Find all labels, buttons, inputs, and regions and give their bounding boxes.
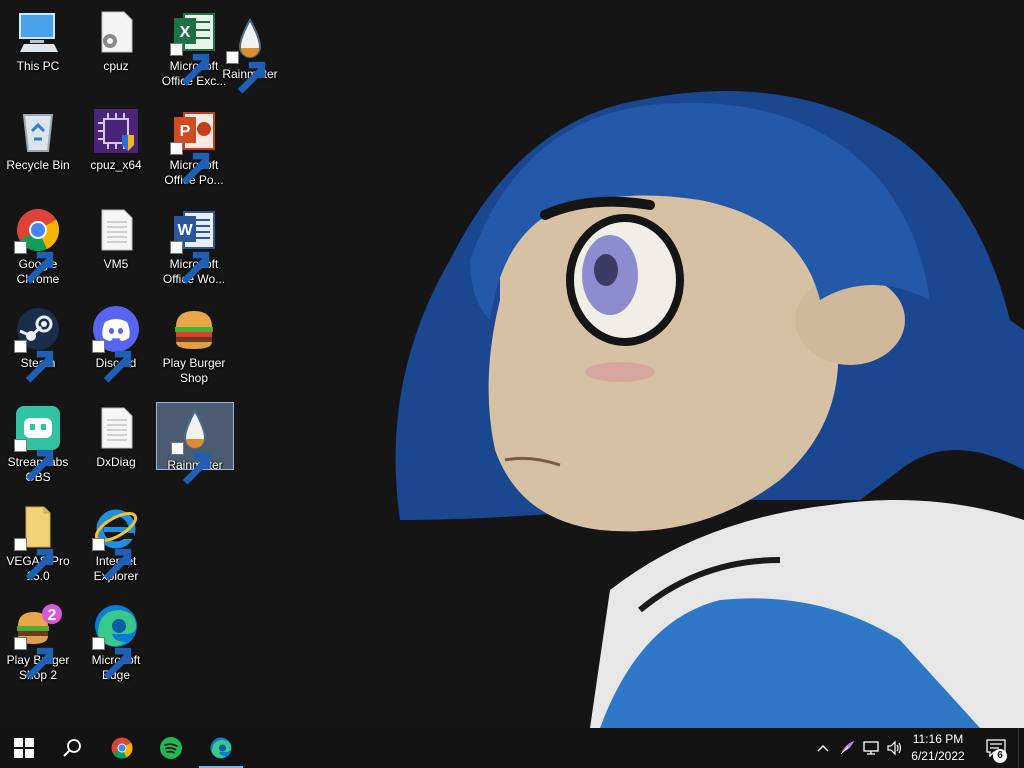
rainmeter-icon [226,16,274,94]
shortcut-arrow-icon [171,442,211,485]
recycle-bin-icon [14,107,62,155]
desktop-icon-microsoft-edge[interactable]: Microsoft Edge [78,598,154,693]
shortcut-arrow-icon [14,340,54,383]
burger-shop-2-icon: 2 [14,602,62,680]
shortcut-arrow-icon [14,439,54,482]
shortcut-arrow-icon [226,51,266,94]
desktop-icon-play-burger-shop-2[interactable]: 2 Play Burger Shop 2 [0,598,76,693]
desktop-icon-label: Recycle Bin [6,158,70,172]
internet-explorer-icon [92,503,140,581]
clock-time: 11:16 PM [912,732,964,746]
shortcut-arrow-icon [92,538,132,581]
desktop-icon-label: DxDiag [96,455,136,469]
show-hidden-icons-button[interactable] [811,736,835,760]
rainmeter-icon [171,407,219,485]
shortcut-arrow-icon [170,241,210,284]
tray-app-button[interactable] [835,736,859,760]
steam-icon [14,305,62,383]
desktop-icon-streamlabs-obs[interactable]: Streamlabs OBS [0,400,76,495]
chrome-icon [14,206,62,284]
desktop-icon-vm5[interactable]: VM5 [78,202,154,297]
desktop-icon-powerpoint[interactable]: P Microsoft Office Po... [156,103,232,198]
windows-start-icon [14,738,34,758]
clock-date: 6/21/2022 [911,749,965,763]
clock-button[interactable]: 11:16 PM 6/21/2022 [904,731,972,765]
search-icon [63,739,81,757]
folder-icon [14,503,62,581]
powerpoint-icon: P [170,107,218,185]
spotify-icon [160,737,182,759]
taskbar-spotify-button[interactable] [147,728,195,768]
this-pc-icon [14,8,62,56]
shortcut-arrow-icon [14,637,54,680]
desktop-icon-label: cpuz [103,59,129,73]
desktop-icon-play-burger-shop[interactable]: Play Burger Shop [156,301,232,396]
desktop-icon-rainmeter-floating[interactable]: Rainmeter [212,12,288,107]
desktop-icon-this-pc[interactable]: This PC [0,4,76,99]
show-desktop-button[interactable] [1018,728,1024,768]
desktop-icon-label: VM5 [103,257,129,271]
text-file-icon [92,404,140,452]
feather-icon [840,741,854,755]
cpuz-icon [92,107,140,155]
settings-file-icon [92,8,140,56]
desktop-icon-cpuz[interactable]: cpuz [78,4,154,99]
shortcut-arrow-icon [92,637,132,680]
discord-icon [92,305,140,383]
shortcut-arrow-icon [170,142,210,185]
search-button[interactable] [48,728,96,768]
desktop-icon-recycle-bin[interactable]: Recycle Bin [0,103,76,198]
text-file-icon [92,206,140,254]
desktop-icon-label: cpuz_x64 [90,158,142,172]
desktop-icon-word[interactable]: W Microsoft Office Wo... [156,202,232,297]
edge-icon [92,602,140,680]
shortcut-arrow-icon [92,340,132,383]
desktop-icon-label: Play Burger Shop [162,356,226,385]
taskbar-chrome-button[interactable] [98,728,146,768]
desktop-icon-steam[interactable]: Steam [0,301,76,396]
svg-text:X: X [180,24,191,41]
taskbar-edge-button[interactable] [197,728,245,768]
shortcut-arrow-icon [14,241,54,284]
network-icon [863,741,879,755]
notification-count-badge: 6 [993,749,1007,763]
desktop-icon-rainmeter-selected[interactable]: Rainmeter [156,402,234,485]
desktop-icon-dxdiag[interactable]: DxDiag [78,400,154,495]
desktop-icon-cpuz-x64[interactable]: cpuz_x64 [78,103,154,198]
svg-text:W: W [177,222,193,239]
network-button[interactable] [859,736,883,760]
svg-text:2: 2 [48,607,57,624]
burger-icon [170,305,218,353]
shortcut-arrow-icon [14,538,54,581]
desktop-icon-discord[interactable]: Discord [78,301,154,396]
word-icon: W [170,206,218,284]
chevron-up-icon [817,745,829,752]
chrome-icon [111,737,133,759]
excel-icon: X [170,8,218,86]
desktop-icon-google-chrome[interactable]: Google Chrome [0,202,76,297]
taskbar: 11:16 PM 6/21/2022 6 [0,728,1024,768]
streamlabs-icon [14,404,62,482]
desktop-icon-vegas-pro[interactable]: VEGAS Pro 15.0 [0,499,76,594]
edge-icon [210,737,232,759]
svg-text:P: P [180,123,191,140]
desktop-icon-label: This PC [16,59,60,73]
shortcut-arrow-icon [170,43,210,86]
start-button[interactable] [0,728,48,768]
volume-icon [887,740,902,756]
desktop-icon-internet-explorer[interactable]: Internet Explorer [78,499,154,594]
